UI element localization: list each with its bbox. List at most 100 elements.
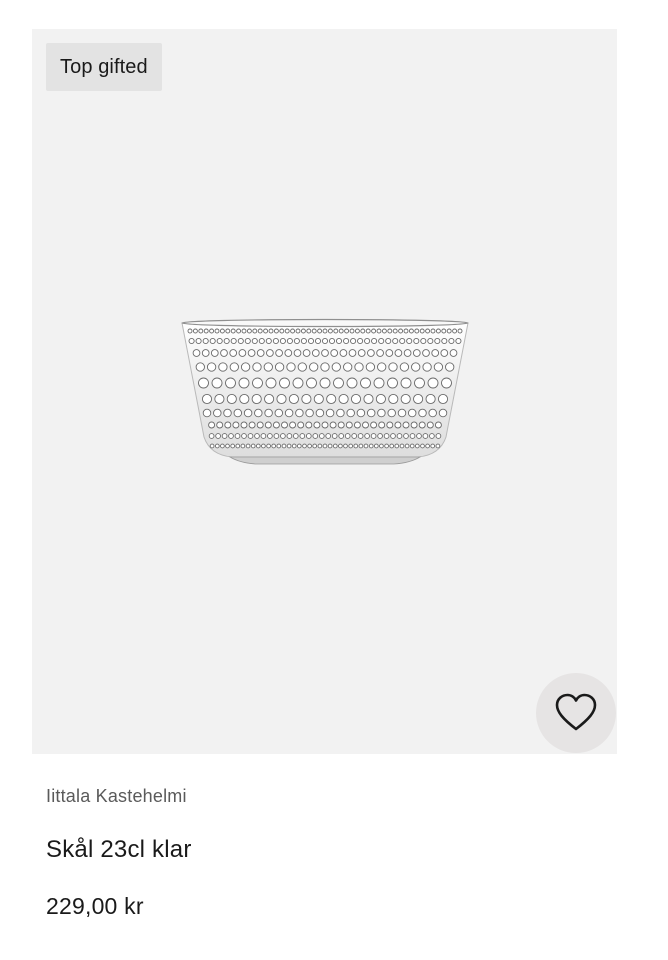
bowl-dot: [240, 421, 248, 429]
bowl-dot: [296, 443, 302, 449]
bowl-dot: [357, 433, 364, 439]
bowl-dot: [312, 433, 319, 439]
bowl-dot: [343, 362, 353, 372]
bowl-dot: [344, 328, 350, 334]
bowl-dot: [368, 443, 374, 449]
bowl-dot: [428, 408, 437, 418]
bowl-dot: [265, 337, 272, 345]
bowl-dot: [392, 328, 398, 334]
bowl-dot: [192, 328, 198, 334]
bowl-dot: [238, 377, 250, 389]
bowl-dot: [273, 433, 280, 439]
bowl-dot: [410, 421, 418, 429]
bowl-dot: [327, 328, 333, 334]
bowl-dot: [416, 433, 422, 439]
bowl-dot: [213, 408, 222, 418]
bowl-dot: [195, 337, 202, 345]
bowl-dot: [437, 393, 449, 405]
bowl-dot: [254, 408, 263, 418]
bowl-dot: [433, 362, 444, 372]
product-card[interactable]: Top gifted Iittala Kastehelmi Skål 23cl …: [0, 0, 668, 960]
bowl-dot: [413, 337, 420, 345]
bowl-dot: [414, 443, 420, 449]
product-title[interactable]: Skål 23cl klar: [46, 836, 192, 864]
bowl-dot: [214, 393, 225, 405]
bowl-dot: [272, 337, 279, 345]
wishlist-button[interactable]: [536, 673, 616, 753]
bowl-dot: [280, 433, 286, 439]
bowl-dot: [247, 349, 256, 357]
bowl-dot: [311, 349, 320, 357]
bowl-dot: [319, 377, 331, 389]
bowl-dot: [379, 443, 384, 449]
bowl-dot: [241, 433, 247, 439]
bowl-dot: [301, 393, 312, 405]
bowl-dot: [430, 443, 436, 449]
bowl-dot: [360, 328, 366, 334]
bowl-dot: [306, 377, 317, 389]
bowl-dot: [386, 421, 394, 429]
bowl-dot: [387, 328, 393, 334]
bowl-dot: [267, 433, 273, 439]
bowl-dot: [266, 443, 271, 449]
bowl-dot: [289, 421, 297, 429]
bowl-dot: [209, 443, 215, 449]
bowl-dot: [266, 349, 274, 357]
bowl-dot: [367, 349, 375, 357]
bowl-dot: [286, 337, 293, 345]
bowl-dot: [273, 328, 279, 334]
bowl-dot: [354, 362, 364, 372]
bowl-dot: [399, 337, 406, 345]
bowl-dot: [356, 408, 366, 418]
bowl-dot: [413, 393, 424, 405]
bowl-dot: [400, 393, 411, 405]
bowl-dot: [261, 443, 266, 449]
bowl-dot: [263, 362, 273, 372]
bowl-dot: [210, 349, 219, 357]
bowl-dot: [441, 337, 448, 345]
bowl-dot: [322, 443, 328, 449]
bowl-dot: [198, 377, 209, 389]
bowl-dot: [246, 328, 252, 334]
bowl-dot: [233, 408, 243, 418]
bowl-dot: [264, 408, 273, 418]
bowl-dot: [333, 377, 344, 389]
bowl-dot: [387, 377, 398, 389]
product-image-area[interactable]: Top gifted: [32, 29, 617, 754]
bowl-dot: [225, 443, 230, 449]
bowl-dot: [208, 433, 215, 439]
bowl-dot: [214, 328, 220, 334]
bowl-dot: [441, 377, 452, 389]
bowl-dot: [274, 408, 284, 418]
bowl-dot: [209, 337, 216, 345]
bowl-dot: [429, 433, 435, 439]
product-brand[interactable]: Iittala Kastehelmi: [46, 786, 187, 807]
bowl-dot: [201, 393, 213, 405]
bowl-dot: [300, 328, 306, 334]
bowl-dot: [385, 349, 394, 357]
bowl-dot: [434, 337, 441, 345]
bowl-dot: [388, 393, 399, 405]
bowl-dot: [219, 328, 225, 334]
bowl-dot: [293, 349, 302, 357]
bowl-dot: [445, 362, 455, 372]
bowl-dot: [403, 328, 409, 334]
bowl-dot: [297, 421, 305, 429]
bowl-dot: [398, 328, 404, 334]
bowl-dot: [229, 362, 239, 372]
bowl-dot: [279, 377, 290, 389]
bowl-dot: [408, 328, 414, 334]
bowl-dot: [281, 421, 288, 429]
bowl-dot: [378, 337, 385, 345]
bowl-dot: [236, 328, 242, 334]
bowl-dot: [329, 421, 337, 429]
bowl-dot: [376, 349, 384, 357]
product-price: 229,00 kr: [46, 893, 144, 919]
bowl-dot: [427, 337, 434, 345]
bowl-dot: [255, 443, 261, 449]
bowl-dot: [306, 328, 312, 334]
bowl-dot: [365, 328, 371, 334]
bowl-dot: [215, 433, 221, 439]
bowl-dot: [338, 433, 345, 439]
bowl-dot: [299, 433, 306, 439]
